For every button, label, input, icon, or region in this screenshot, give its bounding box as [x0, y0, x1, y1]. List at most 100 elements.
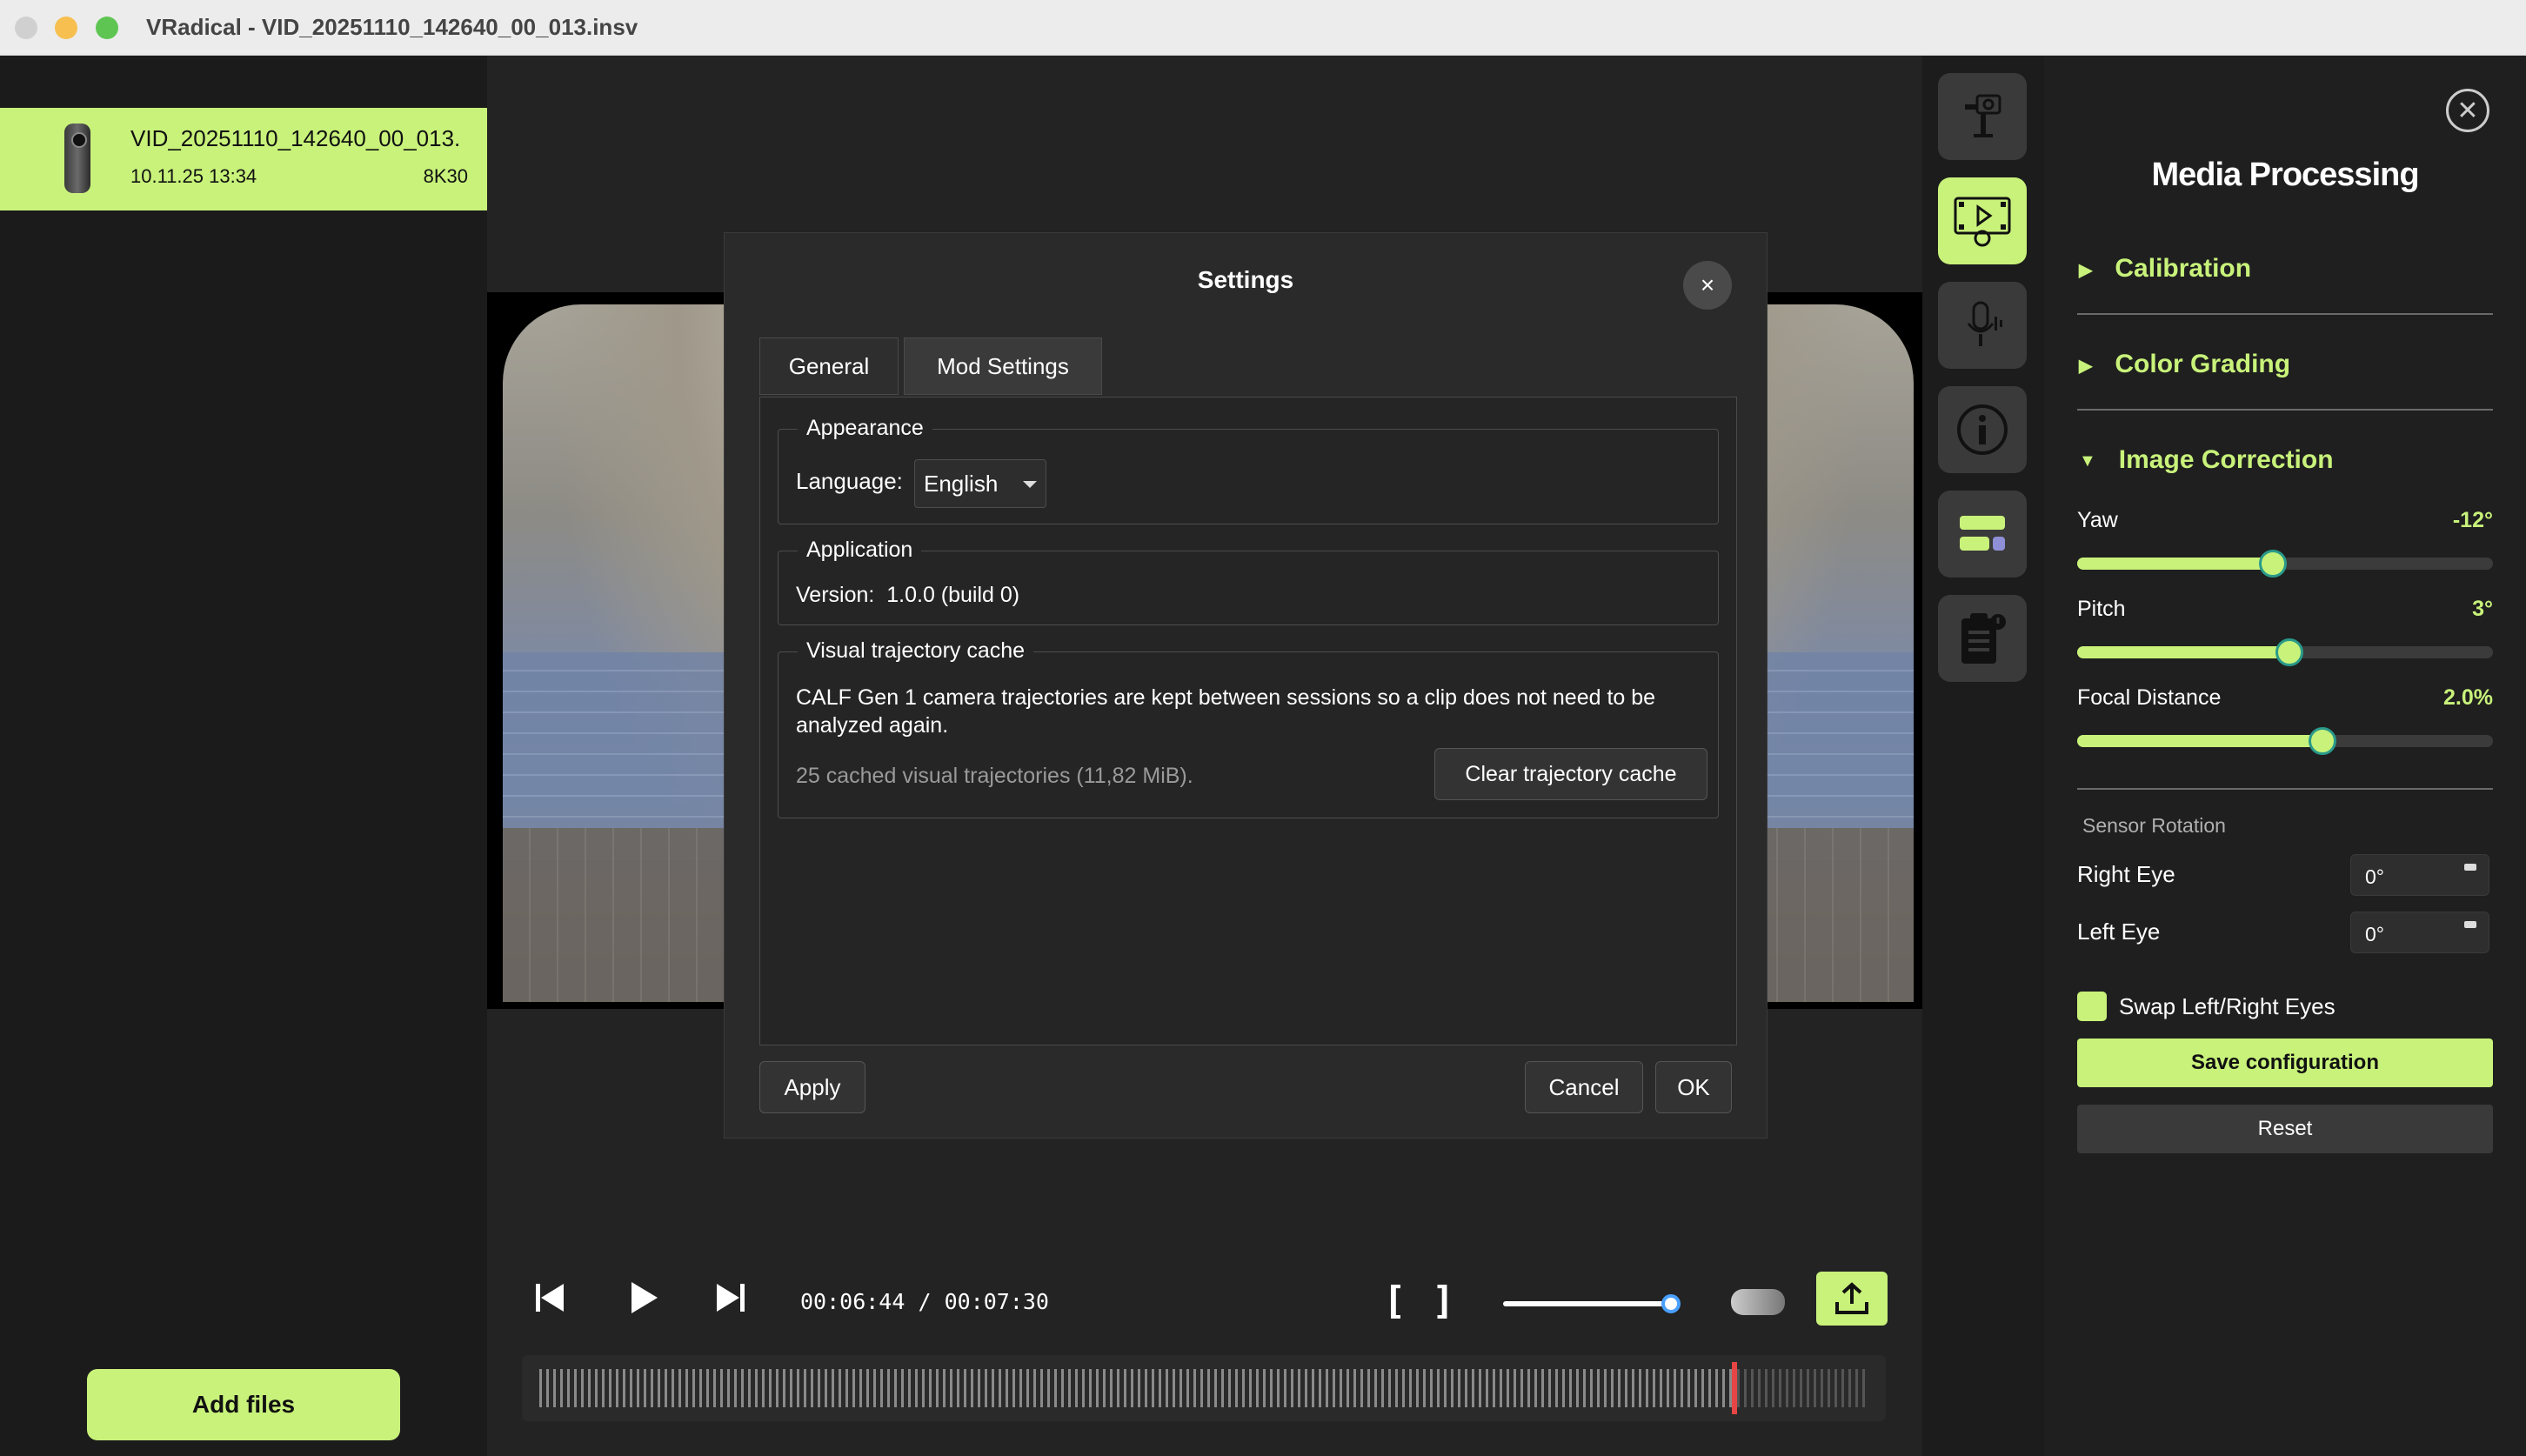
volume-slider[interactable]	[1503, 1301, 1665, 1306]
pitch-slider-thumb[interactable]	[2275, 638, 2303, 666]
time-display: 00:06:44 / 00:07:30	[800, 1289, 1049, 1314]
upload-icon	[1835, 1282, 1868, 1314]
settings-dialog: Settings × General Mod Settings Appearan…	[724, 232, 1768, 1139]
left-eye-value: 0°	[2365, 923, 2384, 945]
divider	[2077, 788, 2493, 790]
tab-panel: Appearance Language: English Application…	[759, 397, 1737, 1045]
tab-general[interactable]: General	[759, 337, 899, 395]
section-label: Color Grading	[2115, 350, 2291, 378]
section-label: Image Correction	[2118, 445, 2334, 474]
section-calibration[interactable]: ▶ Calibration	[2079, 254, 2493, 284]
focal-distance-slider-fill	[2077, 735, 2322, 747]
volume-slider-thumb[interactable]	[1661, 1294, 1681, 1313]
camera-rig-icon	[1965, 94, 2001, 137]
yaw-slider-fill	[2077, 558, 2273, 570]
layout-icon	[1960, 516, 2005, 551]
section-image-correction[interactable]: ▼ Image Correction	[2079, 445, 2493, 475]
cache-group: Visual trajectory cache CALF Gen 1 camer…	[778, 638, 1719, 818]
file-name: VID_20251110_142640_00_013.	[130, 125, 461, 151]
divider	[2077, 313, 2493, 315]
version-row: Version: 1.0.0 (build 0)	[796, 583, 1019, 608]
dialog-title: Settings	[1197, 266, 1294, 293]
version-value: 1.0.0 (build 0)	[886, 583, 1020, 607]
mark-out-button[interactable]: ]	[1432, 1279, 1455, 1323]
info-icon	[1957, 404, 2008, 455]
language-select[interactable]: English	[914, 459, 1046, 508]
caret-right-icon: ▶	[2079, 260, 2093, 280]
tool-icon-bar	[1922, 56, 2044, 1456]
skip-forward-icon[interactable]	[713, 1280, 748, 1315]
appearance-group: Appearance Language: English	[778, 416, 1719, 524]
layout-button[interactable]	[1938, 491, 2027, 578]
application-legend: Application	[798, 538, 922, 563]
media-processing-button[interactable]	[1938, 177, 2027, 264]
divider	[2077, 409, 2493, 411]
right-eye-label: Right Eye	[2077, 861, 2175, 887]
panel-title: Media Processing	[2151, 157, 2419, 193]
chevron-down-icon	[1023, 481, 1037, 488]
media-processing-panel: ✕ Media Processing ▶ Calibration ▶ Color G…	[2044, 56, 2526, 1456]
media-processing-icon	[1954, 197, 2011, 247]
section-color-grading[interactable]: ▶ Color Grading	[2079, 350, 2493, 379]
caret-down-icon: ▼	[2079, 451, 2096, 471]
pitch-slider[interactable]	[2077, 638, 2493, 666]
add-files-button[interactable]: Add files	[87, 1369, 400, 1440]
mark-in-button[interactable]: [	[1383, 1279, 1407, 1323]
cancel-button[interactable]: Cancel	[1525, 1061, 1643, 1113]
timeline-scrubber[interactable]	[522, 1355, 1886, 1421]
yaw-label: Yaw	[2077, 508, 2118, 532]
pitch-label: Pitch	[2077, 597, 2126, 621]
dialog-close-button[interactable]: ×	[1683, 261, 1732, 310]
application-group: Application Version: 1.0.0 (build 0)	[778, 538, 1719, 625]
clear-cache-button[interactable]: Clear trajectory cache	[1434, 748, 1707, 800]
clipboard-button[interactable]	[1938, 595, 2027, 682]
spinner-icon[interactable]	[2464, 864, 2476, 871]
ok-button[interactable]: OK	[1655, 1061, 1732, 1113]
vr-headset-icon[interactable]	[1731, 1289, 1785, 1315]
file-date: 10.11.25 13:34	[130, 165, 257, 187]
language-label: Language:	[796, 468, 903, 494]
panel-close-button[interactable]: ✕	[2446, 89, 2489, 132]
left-eye-input[interactable]: 0°	[2350, 912, 2489, 953]
caret-right-icon: ▶	[2079, 356, 2093, 376]
cache-legend: Visual trajectory cache	[798, 638, 1034, 664]
player-controls: 00:06:44 / 00:07:30 [ ]	[487, 1256, 1922, 1343]
focal-distance-slider-thumb[interactable]	[2309, 727, 2336, 755]
window-maximize-button[interactable]	[96, 17, 118, 39]
camera-thumbnail	[64, 124, 90, 193]
section-label: Calibration	[2115, 254, 2252, 283]
spinner-icon[interactable]	[2464, 921, 2476, 928]
yaw-slider[interactable]	[2077, 550, 2493, 578]
reset-button[interactable]: Reset	[2077, 1105, 2493, 1153]
play-icon[interactable]	[626, 1279, 661, 1317]
playhead[interactable]	[1732, 1362, 1737, 1414]
cache-description: CALF Gen 1 camera trajectories are kept …	[796, 685, 1656, 738]
file-list-item[interactable]: VID_20251110_142640_00_013. 10.11.25 13:…	[0, 108, 487, 210]
window-close-button[interactable]	[15, 17, 37, 39]
focal-distance-slider[interactable]	[2077, 727, 2493, 755]
swap-eyes-label: Swap Left/Right Eyes	[2119, 993, 2336, 1019]
window-minimize-button[interactable]	[55, 17, 77, 39]
audio-button[interactable]	[1938, 282, 2027, 369]
language-value: English	[924, 471, 999, 497]
focal-distance-label: Focal Distance	[2077, 685, 2222, 710]
info-button[interactable]	[1938, 386, 2027, 473]
timeline-ticks	[539, 1369, 1868, 1407]
swap-eyes-checkbox[interactable]	[2077, 992, 2107, 1021]
tab-mod-settings[interactable]: Mod Settings	[904, 337, 1102, 395]
save-configuration-button[interactable]: Save configuration	[2077, 1039, 2493, 1087]
pitch-slider-fill	[2077, 646, 2289, 658]
apply-button[interactable]: Apply	[759, 1061, 865, 1113]
title-bar: VRadical - VID_20251110_142640_00_013.in…	[0, 0, 2526, 56]
right-eye-input[interactable]: 0°	[2350, 854, 2489, 896]
skip-back-icon[interactable]	[532, 1280, 567, 1315]
timeline-ticks-remaining	[1737, 1369, 1868, 1407]
camera-rig-button[interactable]	[1938, 73, 2027, 160]
file-list-panel: VID_20251110_142640_00_013. 10.11.25 13:…	[0, 56, 487, 1456]
yaw-slider-thumb[interactable]	[2259, 550, 2287, 578]
right-eye-value: 0°	[2365, 865, 2384, 888]
window-title: VRadical - VID_20251110_142640_00_013.in…	[146, 14, 638, 40]
export-button[interactable]	[1816, 1272, 1888, 1326]
left-eye-label: Left Eye	[2077, 918, 2161, 945]
cache-count: 25 cached visual trajectories (11,82 MiB…	[796, 764, 1193, 788]
